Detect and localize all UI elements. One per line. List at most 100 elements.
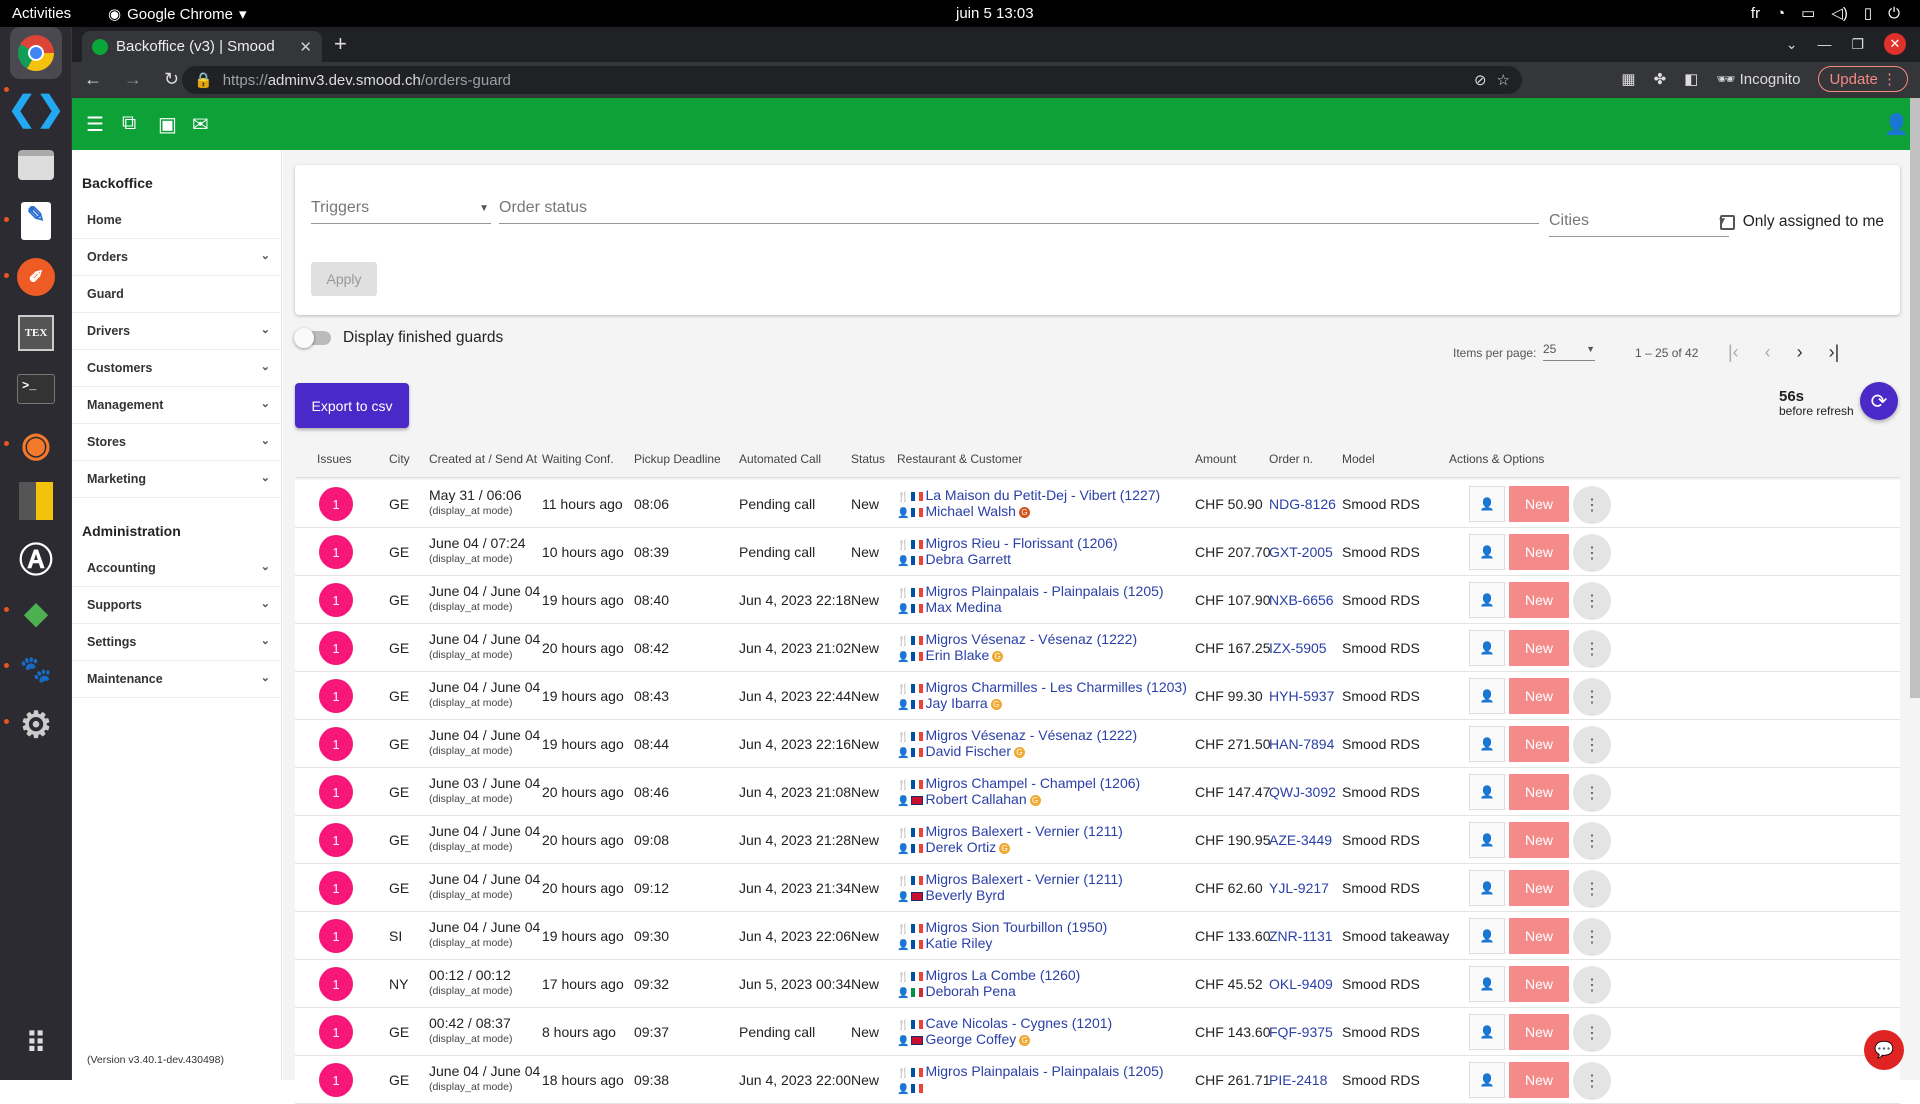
issues-badge[interactable]: 1 (319, 967, 353, 1001)
assign-user-button[interactable]: 👤 (1469, 486, 1505, 522)
update-button[interactable]: Update ⋮ (1818, 66, 1908, 92)
assign-user-button[interactable]: 👤 (1469, 582, 1505, 618)
column-header[interactable]: Restaurant & Customer (897, 452, 1022, 466)
column-header[interactable]: Waiting Conf. (542, 452, 614, 466)
customer-link[interactable]: Max Medina (925, 599, 1001, 615)
table-row[interactable]: 1 GE June 04 / June 04 (display_at mode)… (295, 672, 1900, 720)
browser-tab[interactable]: Backoffice (v3) | Smood ✕ (82, 31, 322, 62)
sidebar-item-guard[interactable]: Guard (72, 276, 282, 313)
order-number-link[interactable]: GXT-2005 (1269, 544, 1333, 560)
sidebar-item-settings[interactable]: Settings ⌄ (72, 624, 282, 661)
status-action-button[interactable]: New (1509, 822, 1569, 858)
support-chat-button[interactable]: 💬 (1864, 1030, 1904, 1070)
order-number-link[interactable]: YJL-9217 (1269, 880, 1329, 896)
toggle-track[interactable] (294, 328, 331, 348)
restaurant-link[interactable]: Migros Vésenaz - Vésenaz (1222) (925, 631, 1137, 647)
issues-badge[interactable]: 1 (319, 535, 353, 569)
status-action-button[interactable]: New (1509, 726, 1569, 762)
more-options-button[interactable]: ⋮ (1573, 870, 1611, 908)
triggers-select[interactable]: Triggers ▼ (311, 199, 491, 224)
issues-badge[interactable]: 1 (319, 631, 353, 665)
column-header[interactable]: Pickup Deadline (634, 452, 721, 466)
activities-button[interactable]: Activities (12, 5, 71, 22)
issues-badge[interactable]: 1 (319, 487, 353, 521)
next-page-icon[interactable]: › (1797, 342, 1803, 363)
column-header[interactable]: Actions & Options (1449, 452, 1544, 466)
export-csv-button[interactable]: Export to csv (295, 383, 409, 428)
restaurant-link[interactable]: Migros Plainpalais - Plainpalais (1205) (925, 1063, 1163, 1079)
more-options-button[interactable]: ⋮ (1573, 534, 1611, 572)
gimp-icon[interactable]: 🐾 (10, 643, 62, 695)
restaurant-link[interactable]: Migros Charmilles - Les Charmilles (1203… (925, 679, 1186, 695)
customer-link[interactable]: Robert Callahan (925, 791, 1026, 807)
table-row[interactable]: 1 GE June 04 / June 04 (display_at mode)… (295, 576, 1900, 624)
apply-button[interactable]: Apply (311, 262, 377, 296)
customer-link[interactable]: David Fischer (925, 743, 1011, 759)
extension-icon[interactable]: ▦ (1621, 70, 1635, 88)
assign-user-button[interactable]: 👤 (1469, 918, 1505, 954)
only-assigned-checkbox[interactable]: Only assigned to me (1719, 213, 1884, 231)
table-row[interactable]: 1 GE June 03 / June 04 (display_at mode)… (295, 768, 1900, 816)
table-row[interactable]: 1 GE June 04 / June 04 (display_at mode)… (295, 720, 1900, 768)
mail-icon[interactable]: ✉ (192, 112, 209, 137)
more-options-button[interactable]: ⋮ (1573, 582, 1611, 620)
menu-icon[interactable]: ☰ (86, 112, 104, 137)
customer-link[interactable]: Derek Ortiz (925, 839, 996, 855)
status-action-button[interactable]: New (1509, 630, 1569, 666)
assign-user-button[interactable]: 👤 (1469, 534, 1505, 570)
puzzle-icon[interactable]: ✤ (1654, 70, 1667, 88)
assign-user-button[interactable]: 👤 (1469, 870, 1505, 906)
status-action-button[interactable]: New (1509, 966, 1569, 1002)
status-action-button[interactable]: New (1509, 486, 1569, 522)
assign-user-button[interactable]: 👤 (1469, 726, 1505, 762)
table-row[interactable]: 1 GE May 31 / 06:06 (display_at mode) 11… (295, 480, 1900, 528)
customer-link[interactable]: Jay Ibarra (925, 695, 987, 711)
prev-page-icon[interactable]: ‹ (1765, 342, 1771, 363)
sidebar-item-marketing[interactable]: Marketing ⌄ (72, 461, 282, 498)
status-action-button[interactable]: New (1509, 918, 1569, 954)
close-tab-icon[interactable]: ✕ (299, 38, 312, 56)
assign-user-button[interactable]: 👤 (1469, 774, 1505, 810)
order-number-link[interactable]: NDG-8126 (1269, 496, 1336, 512)
assign-user-button[interactable]: 👤 (1469, 1062, 1505, 1098)
more-options-button[interactable]: ⋮ (1573, 1014, 1611, 1052)
app-grid-icon[interactable]: ⠿ (10, 1017, 62, 1069)
order-status-select[interactable]: Order status (499, 199, 1539, 224)
contacts-icon[interactable]: ⧉ (122, 112, 136, 135)
issues-badge[interactable]: 1 (319, 727, 353, 761)
minimize-icon[interactable]: — (1817, 36, 1831, 52)
assign-user-button[interactable]: 👤 (1469, 678, 1505, 714)
tab-search-icon[interactable]: ⌄ (1786, 36, 1798, 53)
order-number-link[interactable]: ZNR-1131 (1269, 928, 1333, 944)
order-number-link[interactable]: QWJ-3092 (1269, 784, 1336, 800)
back-icon[interactable]: ← (84, 69, 102, 90)
more-options-button[interactable]: ⋮ (1573, 678, 1611, 716)
forward-icon[interactable]: → (124, 69, 142, 90)
app-menu[interactable]: ◉ Google Chrome ▾ (108, 5, 247, 24)
last-page-icon[interactable]: ›| (1829, 342, 1840, 363)
column-header[interactable]: Status (851, 452, 885, 466)
calculator-icon[interactable] (10, 475, 62, 527)
issues-badge[interactable]: 1 (319, 775, 353, 809)
table-row[interactable]: 1 GE June 04 / June 04 (display_at mode)… (295, 864, 1900, 912)
chat-icon[interactable]: ▣ (158, 112, 177, 137)
column-header[interactable]: City (389, 452, 410, 466)
order-number-link[interactable]: PIE-2418 (1269, 1072, 1327, 1088)
restaurant-link[interactable]: Cave Nicolas - Cygnes (1201) (925, 1015, 1112, 1031)
page-scrollbar[interactable] (1910, 98, 1920, 698)
status-action-button[interactable]: New (1509, 774, 1569, 810)
issues-badge[interactable]: 1 (319, 1015, 353, 1049)
issues-badge[interactable]: 1 (319, 679, 353, 713)
table-row[interactable]: 1 SI June 04 / June 04 (display_at mode)… (295, 912, 1900, 960)
column-header[interactable]: Order n. (1269, 452, 1313, 466)
close-window-icon[interactable]: ✕ (1884, 33, 1906, 55)
cities-select[interactable]: Cities ▼ (1549, 212, 1729, 237)
more-options-button[interactable]: ⋮ (1573, 918, 1611, 956)
bookmark-star-icon[interactable]: ☆ (1497, 71, 1510, 89)
restaurant-link[interactable]: Migros Vésenaz - Vésenaz (1222) (925, 727, 1137, 743)
text-editor-icon[interactable]: ✎ (10, 195, 62, 247)
status-action-button[interactable]: New (1509, 534, 1569, 570)
restaurant-link[interactable]: Migros Sion Tourbillon (1950) (925, 919, 1107, 935)
restaurant-link[interactable]: Migros Plainpalais - Plainpalais (1205) (925, 583, 1163, 599)
order-number-link[interactable]: HAN-7894 (1269, 736, 1334, 752)
